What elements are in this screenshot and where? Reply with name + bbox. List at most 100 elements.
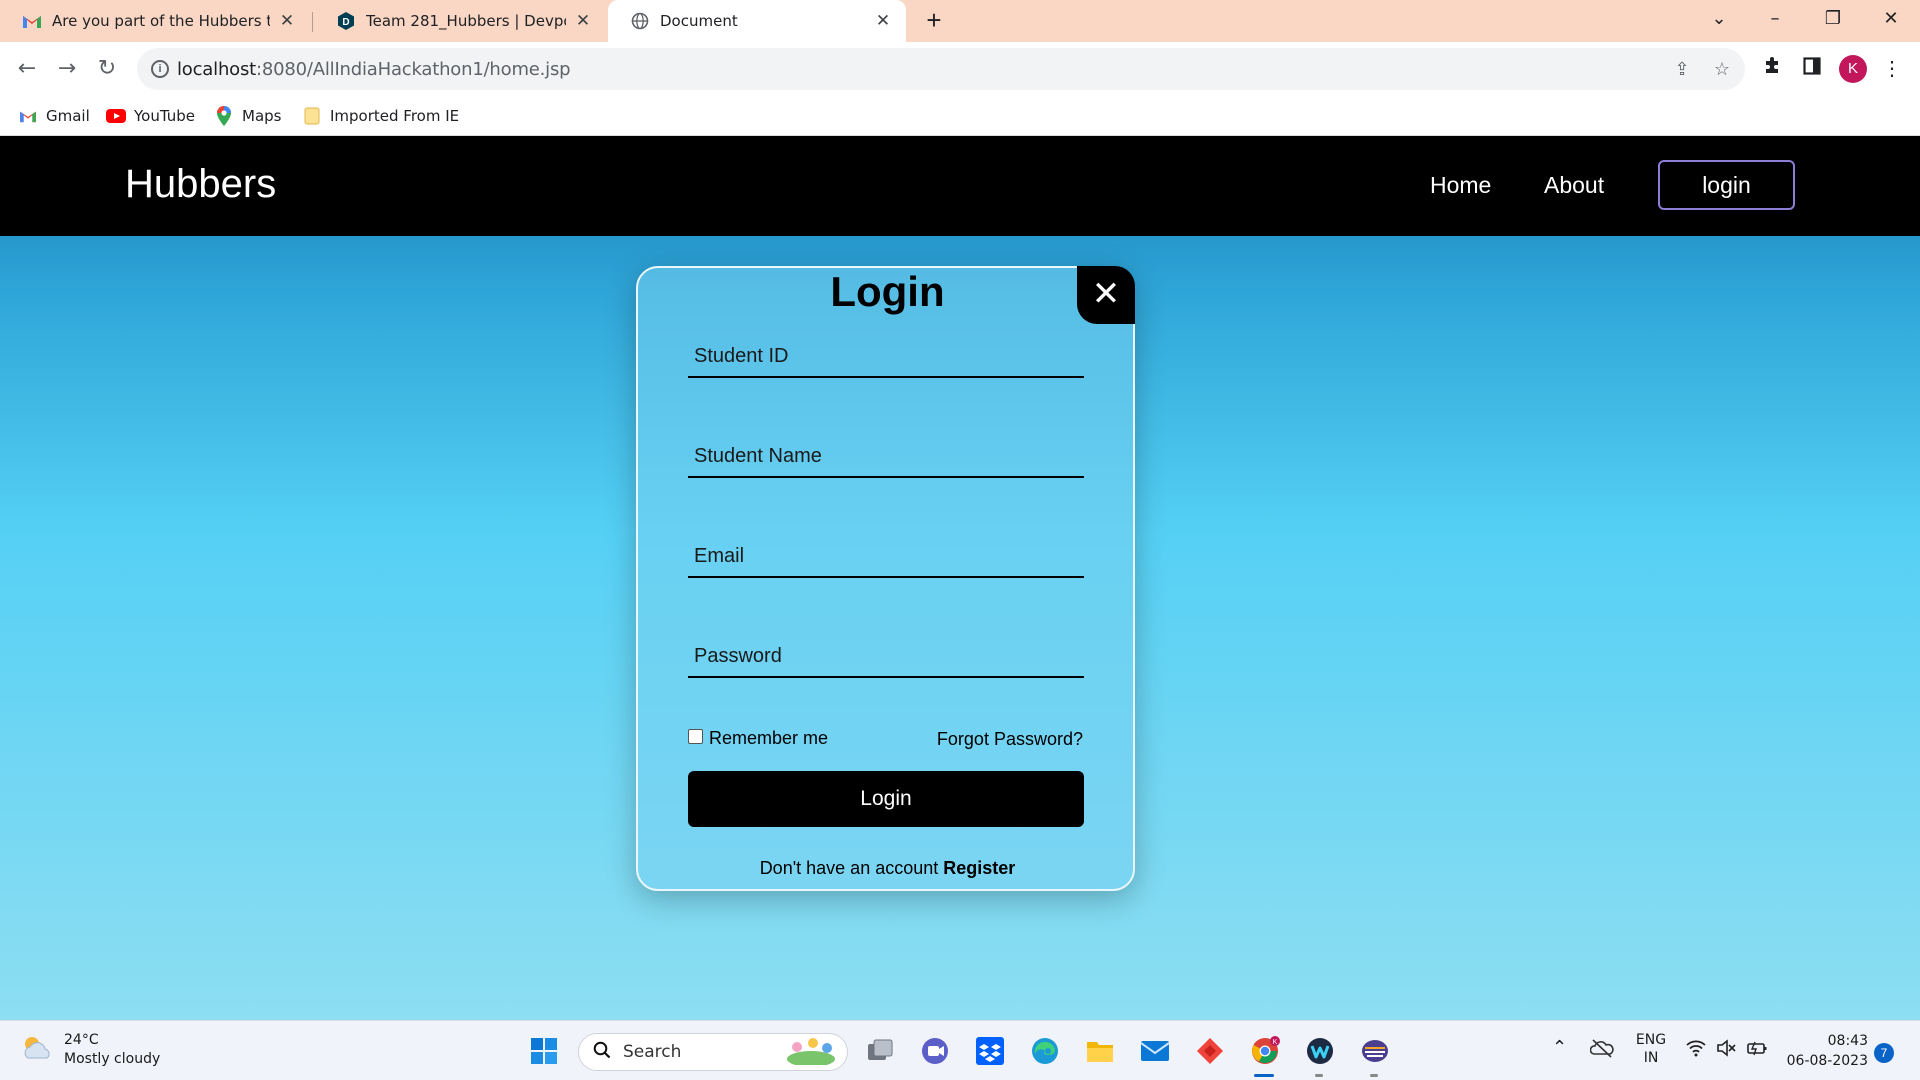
webex-icon[interactable]	[1304, 1035, 1336, 1067]
cloudy-weather-icon	[20, 1034, 54, 1066]
tab-devpost[interactable]: D Team 281_Hubbers | Devpost ✕	[314, 0, 606, 42]
bookmark-label: Gmail	[46, 107, 90, 125]
tray-overflow-icon[interactable]: ⌃	[1552, 1039, 1567, 1057]
file-explorer-icon[interactable]	[1084, 1035, 1116, 1067]
language-indicator[interactable]: ENG IN	[1634, 1031, 1668, 1067]
tab-title: Team 281_Hubbers | Devpost	[366, 12, 566, 30]
weather-temperature: 24°C	[64, 1032, 99, 1048]
modal-title: Login	[830, 268, 945, 315]
bookmark-label: Imported From IE	[330, 107, 460, 125]
email-field	[688, 520, 1084, 578]
youtube-icon	[106, 106, 126, 126]
gmail-icon	[18, 106, 38, 126]
weather-widget[interactable]: 24°C Mostly cloudy	[20, 1031, 160, 1069]
close-icon[interactable]: ✕	[1077, 266, 1135, 324]
site-info-icon[interactable]: i	[151, 60, 169, 78]
remember-me: Remember me	[688, 728, 828, 749]
address-bar[interactable]: i localhost:8080/AllIndiaHackathon1/home…	[137, 48, 1745, 90]
bookmarks-bar: Gmail YouTube Maps Imported From IE	[0, 96, 1920, 136]
bookmark-label: YouTube	[134, 107, 195, 125]
maps-icon	[214, 106, 234, 126]
globe-icon	[630, 11, 650, 31]
password-field	[688, 620, 1084, 678]
bookmark-imported-folder[interactable]: Imported From IE	[302, 104, 459, 128]
chrome-icon[interactable]: K	[1249, 1035, 1281, 1067]
notification-badge[interactable]: 7	[1874, 1043, 1894, 1063]
login-submit-button[interactable]: Login	[688, 771, 1084, 827]
weather-description: Mostly cloudy	[64, 1051, 161, 1067]
tab-search-icon[interactable]: ⌄	[1704, 4, 1734, 34]
remember-me-checkbox[interactable]	[688, 729, 703, 744]
tab-gmail[interactable]: Are you part of the Hubbers team ✕	[0, 0, 310, 42]
share-icon[interactable]: ⇪	[1671, 58, 1693, 80]
new-tab-button[interactable]: +	[919, 6, 949, 36]
clock-date: 06-08-2023	[1786, 1053, 1868, 1069]
onedrive-icon[interactable]	[1589, 1038, 1614, 1063]
forward-icon[interactable]: →	[52, 54, 82, 84]
menu-kebab-icon[interactable]: ⋮	[1878, 55, 1906, 83]
bookmark-youtube[interactable]: YouTube	[106, 104, 195, 128]
devpost-icon: D	[336, 11, 356, 31]
clock-time: 08:43	[1827, 1033, 1868, 1049]
page-viewport: Hubbers Home About login Login ✕ Remembe…	[0, 136, 1920, 1020]
url-text[interactable]: localhost:8080/AllIndiaHackathon1/home.j…	[177, 59, 571, 80]
profile-avatar[interactable]: K	[1839, 55, 1867, 83]
anydesk-icon[interactable]	[1194, 1035, 1226, 1067]
wifi-icon[interactable]	[1686, 1039, 1706, 1062]
browser-tab-strip: Are you part of the Hubbers team ✕ D Tea…	[0, 0, 1920, 42]
nav-home-link[interactable]: Home	[1430, 172, 1491, 199]
active-app-indicator	[1254, 1074, 1274, 1077]
no-account-text: Don't have an account	[759, 858, 939, 878]
student-name-field	[688, 420, 1084, 478]
extensions-icon[interactable]	[1758, 55, 1786, 83]
site-brand[interactable]: Hubbers	[125, 162, 276, 207]
teams-chat-icon[interactable]	[919, 1035, 951, 1067]
reload-icon[interactable]: ↻	[92, 54, 122, 84]
volume-muted-icon[interactable]	[1716, 1039, 1736, 1062]
edge-browser-icon[interactable]	[1029, 1035, 1061, 1067]
student-id-field	[688, 320, 1084, 378]
email-input[interactable]	[688, 520, 1084, 576]
search-highlight-icon	[783, 1035, 839, 1070]
register-prompt: Don't have an account Register	[638, 858, 1137, 879]
close-tab-icon[interactable]: ✕	[278, 11, 296, 31]
site-navbar: Hubbers Home About login	[0, 136, 1920, 236]
taskbar-search-box[interactable]: Search	[578, 1033, 848, 1071]
close-tab-icon[interactable]: ✕	[874, 11, 892, 31]
task-view-icon[interactable]	[864, 1035, 896, 1067]
search-icon	[593, 1041, 611, 1064]
student-name-input[interactable]	[688, 420, 1084, 476]
remember-me-label[interactable]: Remember me	[709, 728, 828, 749]
window-close-icon[interactable]: ✕	[1876, 4, 1906, 34]
battery-icon[interactable]	[1746, 1039, 1768, 1062]
tab-document[interactable]: Document ✕	[608, 0, 906, 42]
folder-icon	[302, 106, 322, 126]
dropbox-icon[interactable]	[974, 1035, 1006, 1067]
running-app-indicator	[1315, 1074, 1323, 1077]
nav-login-button[interactable]: login	[1658, 160, 1795, 210]
tab-title: Are you part of the Hubbers team	[52, 12, 270, 30]
bookmark-star-icon[interactable]: ☆	[1711, 58, 1733, 80]
taskbar-clock[interactable]: 08:43 06-08-2023	[1786, 1031, 1868, 1071]
windows-start-icon[interactable]	[528, 1035, 560, 1067]
forgot-password-link[interactable]: Forgot Password?	[937, 729, 1083, 750]
mail-icon[interactable]	[1139, 1035, 1171, 1067]
windows-taskbar: 24°C Mostly cloudy Search K ⌃ ENG IN 08:…	[0, 1020, 1920, 1080]
password-input[interactable]	[688, 620, 1084, 676]
register-link[interactable]: Register	[943, 858, 1015, 878]
side-panel-icon[interactable]	[1798, 55, 1826, 83]
nav-about-link[interactable]: About	[1544, 172, 1604, 199]
bookmark-maps[interactable]: Maps	[214, 104, 281, 128]
login-modal: Login ✕ Remember me Forgot Password? Log…	[636, 266, 1135, 891]
close-tab-icon[interactable]: ✕	[574, 11, 592, 31]
restore-icon[interactable]: ❐	[1818, 4, 1848, 34]
browser-toolbar: ← → ↻ i localhost:8080/AllIndiaHackathon…	[0, 42, 1920, 96]
bookmark-gmail[interactable]: Gmail	[18, 104, 90, 128]
minimize-icon[interactable]: –	[1760, 4, 1790, 34]
student-id-input[interactable]	[688, 320, 1084, 376]
bookmark-label: Maps	[242, 107, 282, 125]
ide-app-icon[interactable]	[1359, 1035, 1391, 1067]
tab-title: Document	[660, 12, 738, 30]
taskbar-search-label: Search	[623, 1042, 682, 1062]
back-icon[interactable]: ←	[12, 54, 42, 84]
